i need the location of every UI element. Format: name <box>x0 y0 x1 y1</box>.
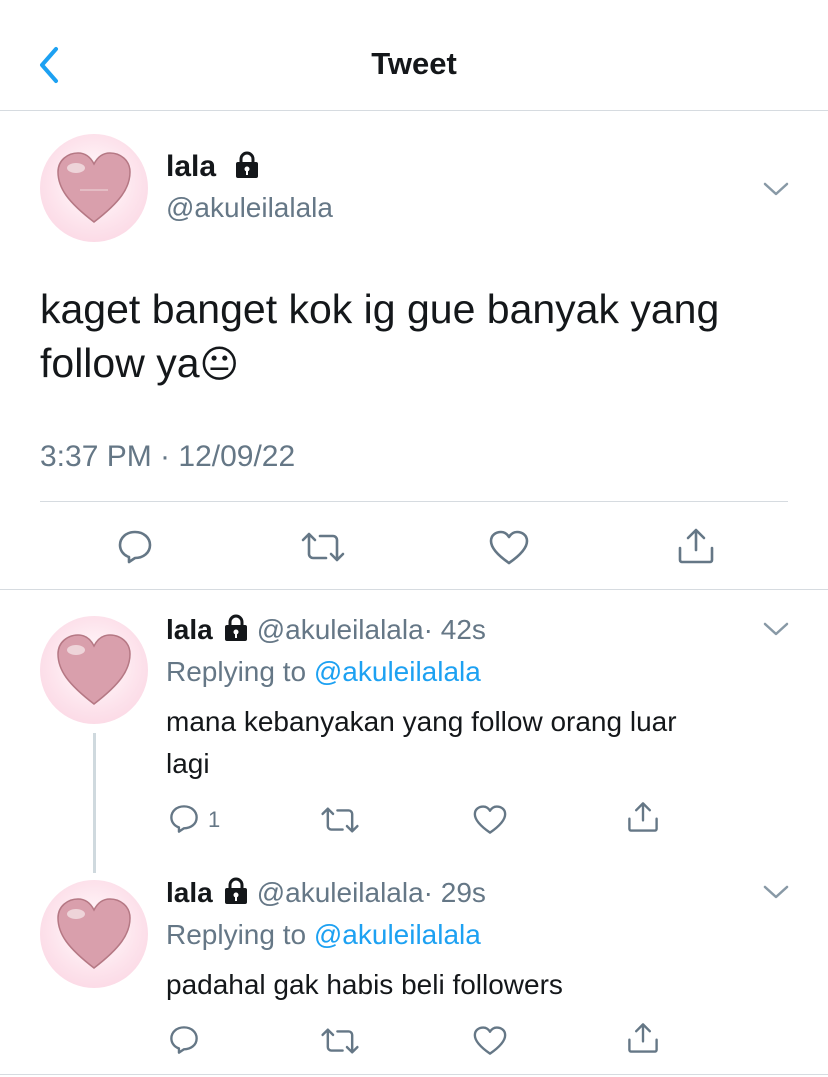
reply-time: · 29s <box>423 877 486 908</box>
tweet-timestamp[interactable]: 3:37 PM · 12/09/22 <box>40 440 295 474</box>
author-name: lala <box>166 877 213 908</box>
share-icon[interactable] <box>676 526 716 566</box>
replying-to-handle[interactable]: @akuleilalala <box>314 919 481 950</box>
reply-icon[interactable] <box>168 803 200 835</box>
author-name: lala <box>166 614 213 645</box>
author-handle: @akuleilalala <box>256 614 424 645</box>
retweet-icon[interactable] <box>320 805 360 835</box>
author-handle: @akuleilalala <box>256 877 424 908</box>
divider <box>40 501 788 502</box>
neutral-face-emoji: 😐 <box>199 344 240 386</box>
tweet-text: kaget banget kok ig gue banyak yang foll… <box>40 282 800 392</box>
avatar[interactable] <box>40 616 148 724</box>
author-name: lala <box>166 150 217 183</box>
replying-to: Replying to @akuleilalala <box>166 919 481 951</box>
tweet-text-line: kaget banget kok ig gue banyak yang <box>40 286 720 332</box>
main-tweet-author[interactable]: lala <box>166 150 268 184</box>
lock-icon <box>236 151 259 178</box>
share-icon[interactable] <box>626 1021 660 1055</box>
reply-icon[interactable] <box>168 1024 200 1056</box>
chevron-down-icon[interactable] <box>762 180 790 198</box>
reply-text-line: mana kebanyakan yang follow orang luar <box>166 706 677 737</box>
reply-text: mana kebanyakan yang follow orang luar l… <box>166 701 786 785</box>
reply-text: padahal gak habis beli followers <box>166 964 786 1006</box>
chevron-down-icon[interactable] <box>762 883 790 901</box>
like-heart-icon[interactable] <box>472 804 508 836</box>
page-title: Tweet <box>371 46 457 81</box>
replying-to: Replying to @akuleilalala <box>166 656 481 688</box>
replying-to-label: Replying to <box>166 919 307 950</box>
reply-icon[interactable] <box>116 528 154 566</box>
reply-text-line: lagi <box>166 748 210 779</box>
reply-count: 1 <box>208 807 221 832</box>
like-heart-icon[interactable] <box>488 529 530 567</box>
tweet-text-line: follow ya <box>40 340 200 386</box>
avatar[interactable] <box>40 134 148 242</box>
author-handle[interactable]: @akuleilalala <box>166 192 333 224</box>
retweet-icon[interactable] <box>320 1026 360 1056</box>
reply-header[interactable]: lala @akuleilalala· 29s <box>166 877 486 909</box>
share-icon[interactable] <box>626 800 660 834</box>
reply-header[interactable]: lala @akuleilalala· 42s <box>166 614 486 646</box>
reply-text-line: padahal gak habis beli followers <box>166 969 563 1000</box>
reply-time: · 42s <box>423 614 486 645</box>
divider <box>0 1074 828 1075</box>
replying-to-label: Replying to <box>166 656 307 687</box>
replying-to-handle[interactable]: @akuleilalala <box>314 656 481 687</box>
avatar[interactable] <box>40 880 148 988</box>
thread-connector <box>93 733 96 873</box>
divider <box>0 589 828 590</box>
lock-icon <box>224 877 247 904</box>
lock-icon <box>224 614 247 641</box>
chevron-down-icon[interactable] <box>762 620 790 638</box>
heart-avatar-icon <box>57 634 131 705</box>
like-heart-icon[interactable] <box>472 1025 508 1057</box>
heart-avatar-icon <box>57 898 131 969</box>
retweet-icon[interactable] <box>300 530 346 564</box>
heart-avatar-icon <box>57 152 131 223</box>
